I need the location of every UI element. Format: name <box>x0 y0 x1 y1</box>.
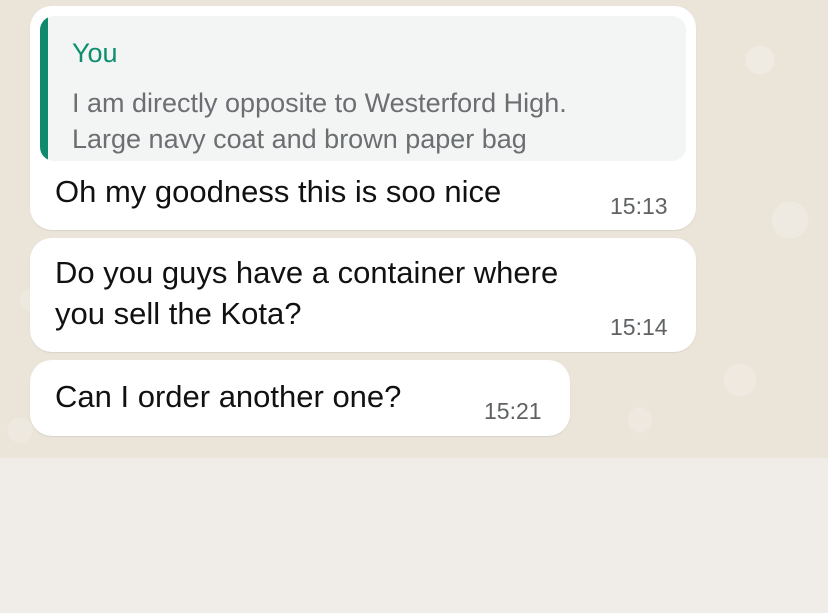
message-text-line: Do you guys have a container where <box>55 255 559 290</box>
message-bubble[interactable]: You I am directly opposite to Westerford… <box>30 6 696 230</box>
empty-footer-area <box>0 458 828 613</box>
message-text-line: you sell the Kota? <box>55 296 302 331</box>
quote-accent-bar <box>40 16 48 161</box>
message-timestamp: 15:21 <box>484 398 542 424</box>
quote-text-line: I am directly opposite to Westerford Hig… <box>72 88 567 118</box>
message-bubble[interactable]: Do you guys have a container where you s… <box>30 238 696 352</box>
message-timestamp: 15:14 <box>610 314 668 340</box>
quote-author: You <box>72 38 118 68</box>
message-text: Can I order another one? <box>55 379 402 414</box>
quote-text-line: Large navy coat and brown paper bag <box>72 124 527 154</box>
quoted-reply[interactable]: You I am directly opposite to Westerford… <box>40 16 686 161</box>
message-text: Oh my goodness this is soo nice <box>55 174 502 209</box>
chat-area: You I am directly opposite to Westerford… <box>0 0 828 458</box>
message-timestamp: 15:13 <box>610 193 668 219</box>
message-bubble[interactable]: Can I order another one? 15:21 <box>30 360 570 436</box>
